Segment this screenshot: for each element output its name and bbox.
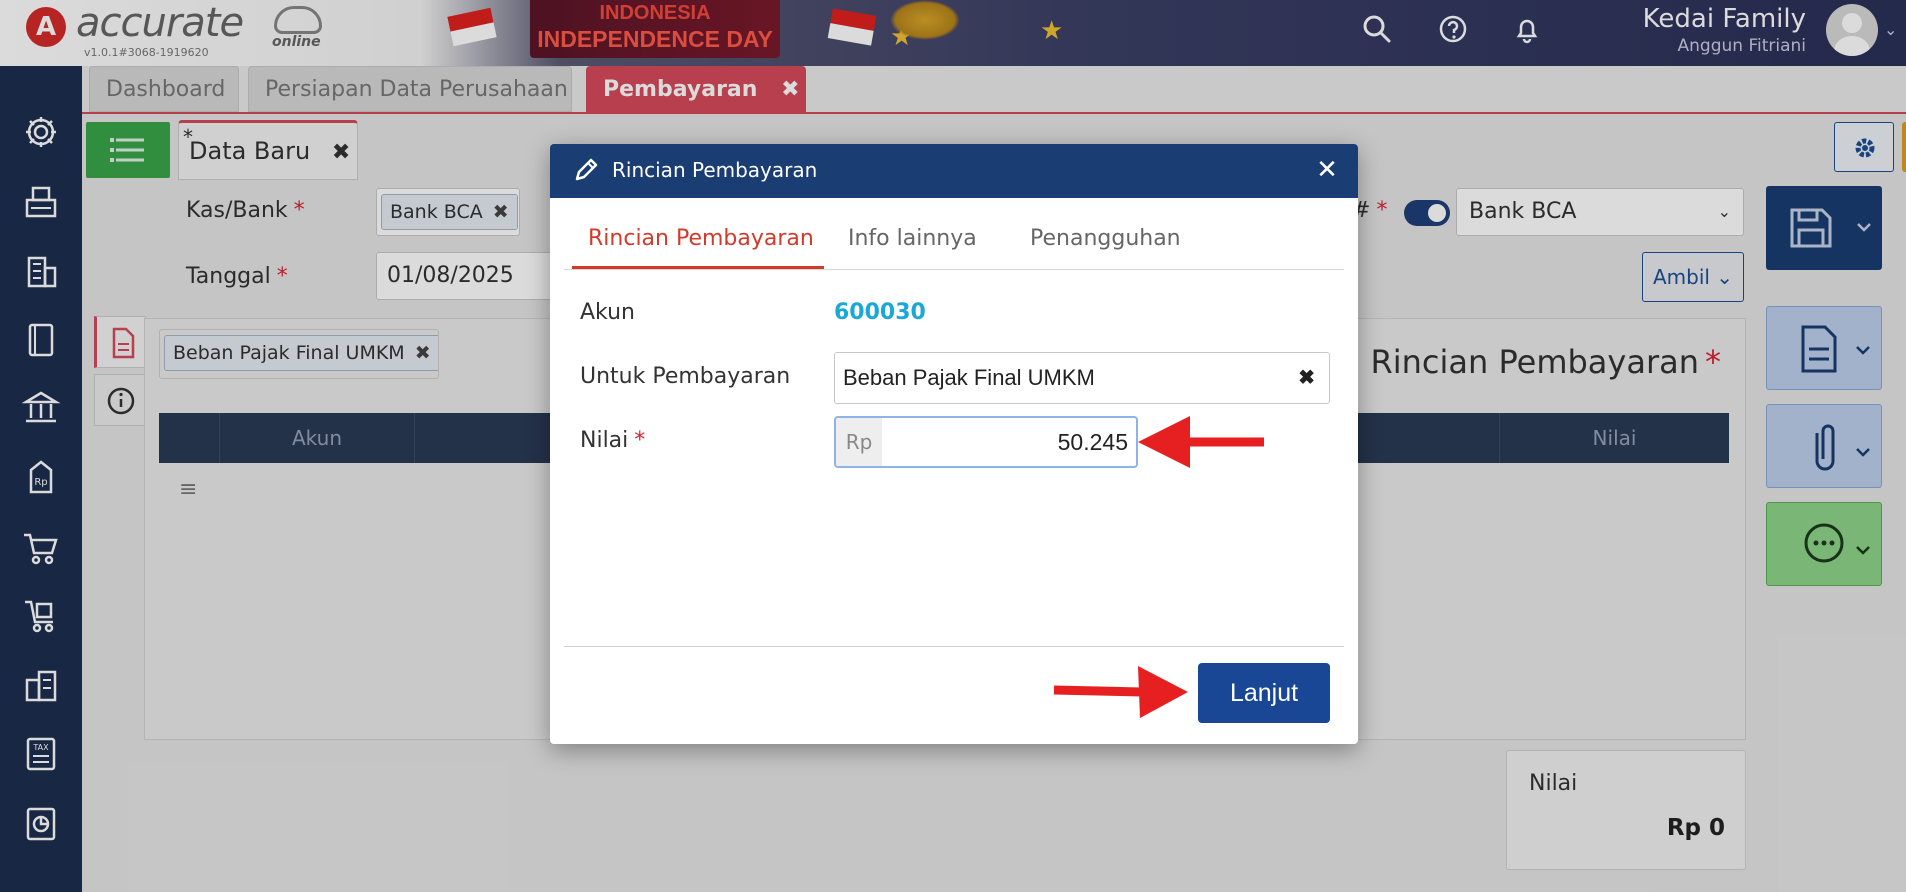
annotation-arrow-lanjut [1053, 666, 1188, 718]
nilai-input[interactable]: Rp 50.245 [834, 416, 1138, 468]
untuk-pembayaran-label: Untuk Pembayaran [580, 364, 791, 389]
modal-title: Rincian Pembayaran [612, 158, 818, 182]
modal-header: Rincian Pembayaran ✕ [550, 144, 1358, 198]
currency-prefix: Rp [836, 418, 882, 466]
annotation-arrow-nilai [1138, 416, 1264, 468]
tab-penangguhan[interactable]: Penangguhan [1030, 226, 1181, 251]
untuk-pembayaran-value: Beban Pajak Final UMKM [843, 365, 1095, 390]
nilai-value: 50.245 [1057, 429, 1128, 455]
close-icon[interactable]: ✕ [1312, 155, 1342, 185]
clear-icon[interactable]: ✖ [1298, 353, 1315, 403]
nilai-label-text: Nilai [580, 428, 629, 453]
pencil-icon [575, 158, 598, 181]
tab-rincian-pembayaran[interactable]: Rincian Pembayaran [588, 226, 814, 251]
akun-label: Akun [580, 300, 635, 325]
active-tab-indicator [572, 266, 824, 269]
modal-tabs: Rincian Pembayaran Info lainnya Penanggu… [564, 198, 1344, 270]
nilai-label: Nilai * [580, 428, 645, 453]
akun-value-link[interactable]: 600030 [834, 300, 926, 325]
tab-info-lainnya[interactable]: Info lainnya [848, 226, 977, 251]
modal-footer-divider [564, 646, 1344, 647]
required-mark: * [634, 428, 646, 453]
lanjut-button[interactable]: Lanjut [1198, 663, 1330, 723]
untuk-pembayaran-input[interactable]: Beban Pajak Final UMKM ✖ [834, 352, 1330, 404]
